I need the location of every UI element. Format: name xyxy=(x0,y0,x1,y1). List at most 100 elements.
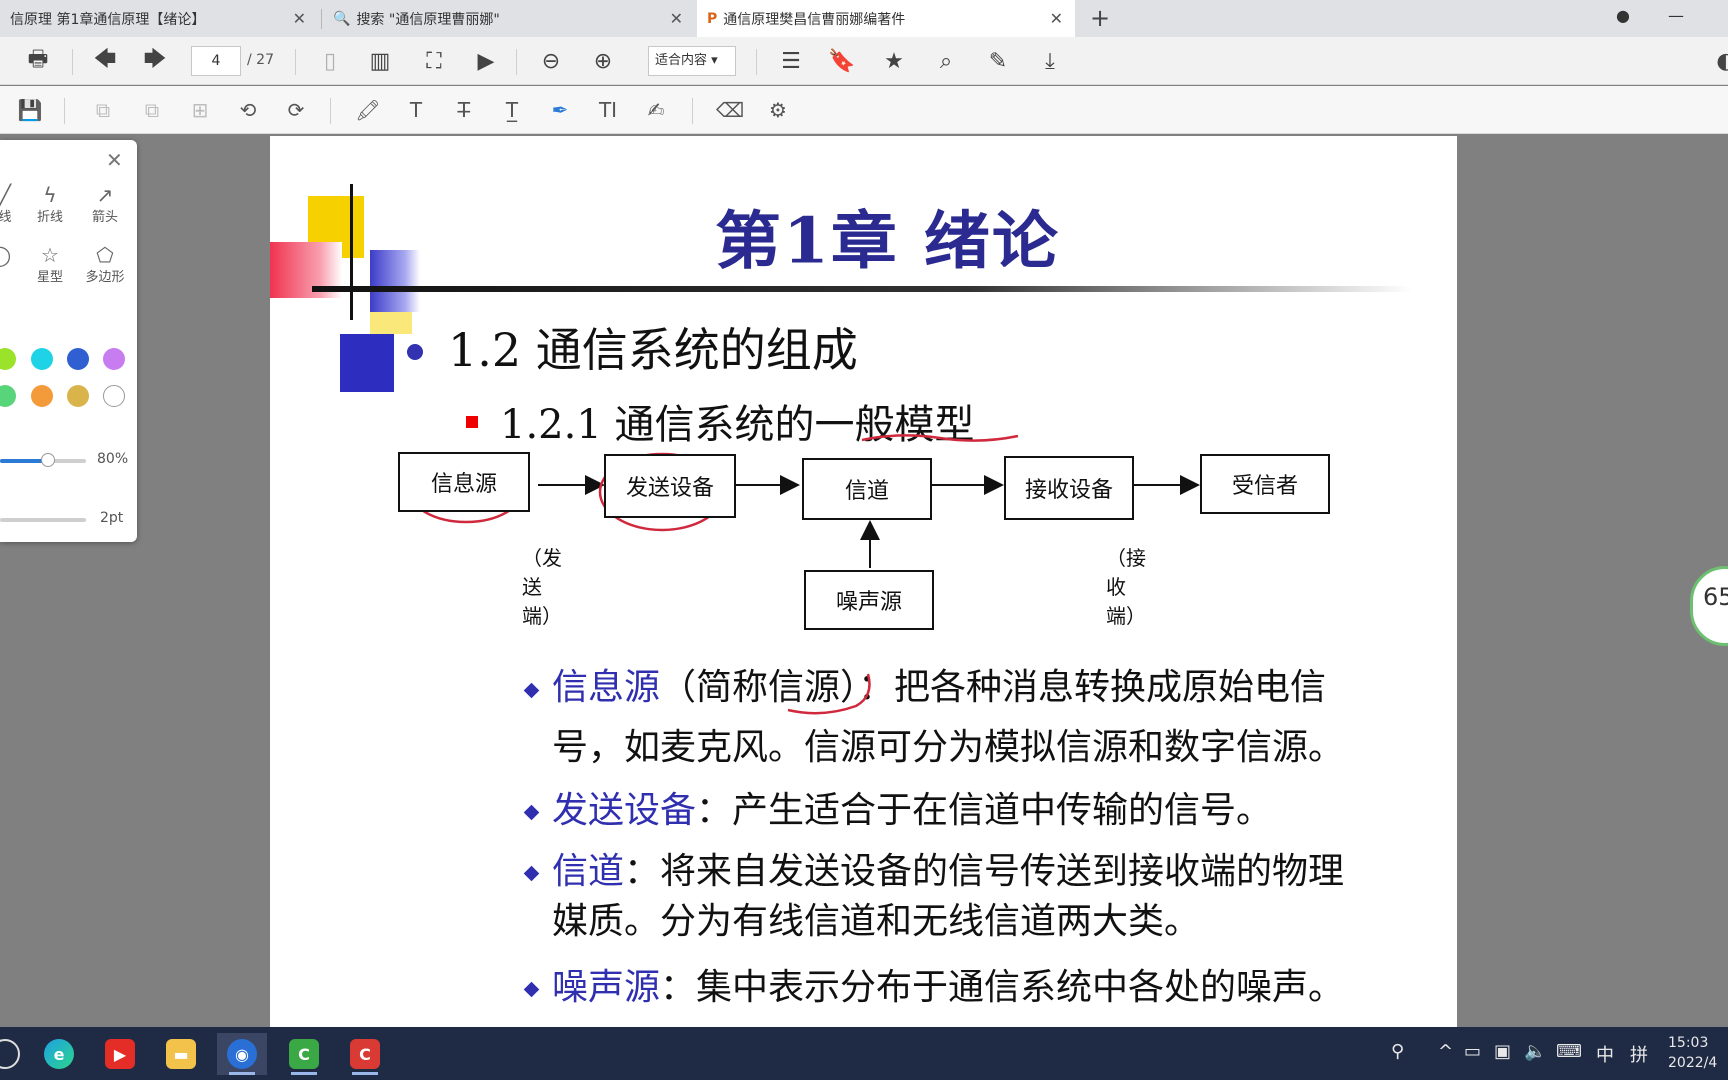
keyboard-icon[interactable]: ⌨ xyxy=(1556,1041,1582,1062)
strikethrough-icon[interactable]: T̶ xyxy=(450,96,478,124)
star-icon[interactable]: ★ xyxy=(880,47,908,75)
deco-blue-gradient xyxy=(370,250,420,312)
tab-pdf[interactable]: P 通信原理樊昌信曹丽娜编著件 ✕ xyxy=(697,0,1075,37)
network-icon[interactable]: ▣ xyxy=(1494,1041,1511,1062)
tab-lecture[interactable]: 信原理 第1章通信原理【绪论】 ✕ xyxy=(0,0,318,37)
ime-mode[interactable]: 拼 xyxy=(1630,1041,1648,1067)
taskbar-browser[interactable]: ◉ xyxy=(217,1033,267,1075)
presentation-icon[interactable]: ▶ xyxy=(472,47,500,75)
close-icon[interactable]: ✕ xyxy=(1050,9,1063,28)
color-swatch[interactable] xyxy=(0,348,16,370)
browser-tab-bar: 信原理 第1章通信原理【绪论】 ✕ 🔍 搜索 "通信原理曹丽娜" ✕ P 通信原… xyxy=(0,0,1728,37)
floating-speed-widget[interactable]: 65 xyxy=(1690,566,1728,646)
copy-icon[interactable]: ⧉ xyxy=(89,96,117,124)
section-bullet xyxy=(407,344,423,360)
tab-separator xyxy=(321,9,322,29)
taskbar-youtube[interactable]: ▶ xyxy=(95,1033,145,1075)
page-number-input[interactable]: 4 xyxy=(191,46,241,76)
outline-icon[interactable]: ☰ xyxy=(777,47,805,75)
taskbar-camtasia-green[interactable]: C xyxy=(279,1033,329,1075)
camtasia-green-icon: C xyxy=(289,1039,319,1069)
settings-gear-icon[interactable]: ⚙ xyxy=(764,96,792,124)
bullet-diamond xyxy=(523,865,540,882)
tool-polygon[interactable]: ⬠ 多边形 xyxy=(80,244,130,285)
widget-value: 65 xyxy=(1703,583,1728,611)
close-icon[interactable]: ✕ xyxy=(106,148,123,172)
tab-pdf-label: 通信原理樊昌信曹丽娜编著件 xyxy=(723,11,906,28)
browser-icon: ◉ xyxy=(227,1039,257,1069)
zoom-out-icon[interactable]: ⊖ xyxy=(537,47,565,75)
diagram-rx-end-label: （接收端） xyxy=(1106,546,1146,628)
highlight-icon[interactable]: 🖍 xyxy=(354,96,382,124)
minimize-icon[interactable]: — xyxy=(1668,6,1684,25)
taskbar-edge[interactable]: e xyxy=(34,1033,84,1075)
color-swatch[interactable] xyxy=(103,385,125,407)
rotate-right-icon[interactable]: ⟳ xyxy=(282,96,310,124)
text-box-icon[interactable]: TI xyxy=(594,96,622,124)
tool-circle[interactable]: ◯ xyxy=(0,244,25,266)
zoom-in-icon[interactable]: ⊕ xyxy=(589,47,617,75)
add-bookmark-icon[interactable]: 🔖 xyxy=(828,47,856,75)
color-swatch[interactable] xyxy=(31,348,53,370)
color-swatch[interactable] xyxy=(31,385,53,407)
single-page-icon[interactable]: ▯ xyxy=(316,47,344,75)
fit-page-icon[interactable]: ⛶ xyxy=(420,47,448,75)
print-icon[interactable]: 🖶 xyxy=(24,47,52,75)
volume-icon[interactable]: 🔈 xyxy=(1524,1041,1546,1062)
bullet-channel-line1: 信道：将来自发送设备的信号传送到接收端的物理 xyxy=(552,842,1344,894)
handwritten-underline xyxy=(861,434,1019,442)
ime-language[interactable]: 中 xyxy=(1596,1041,1614,1067)
search-icon[interactable]: ⌕ xyxy=(932,47,960,75)
people-icon[interactable]: ⚲ xyxy=(1391,1041,1404,1062)
underline-icon[interactable]: T̲ xyxy=(498,96,526,124)
pdf-annotation-toolbar: 💾 ⧉ ⧉ ⊞ ⟲ ⟳ 🖍 T T̶ T̲ ✒ TI ✍ ⌫ ⚙ xyxy=(0,86,1728,134)
search-icon xyxy=(0,1039,20,1069)
bullet-term: 信道 xyxy=(552,851,625,892)
youtube-icon: ▶ xyxy=(105,1039,135,1069)
duplicate-icon[interactable]: ⧉ xyxy=(138,96,166,124)
sign-icon[interactable]: ✎ xyxy=(984,47,1012,75)
pen-icon[interactable]: ✒ xyxy=(546,96,574,124)
zoom-select[interactable]: 适合内容 ▾ xyxy=(648,46,736,76)
color-swatch[interactable] xyxy=(67,385,89,407)
eraser-icon[interactable]: ⌫ xyxy=(716,96,744,124)
new-tab-icon[interactable]: + xyxy=(1090,4,1110,32)
text-icon[interactable]: T xyxy=(402,96,430,124)
chevron-up-icon[interactable]: ^ xyxy=(1438,1041,1453,1062)
color-swatch[interactable] xyxy=(103,348,125,370)
profile-menu-icon[interactable]: ● xyxy=(1616,6,1630,25)
two-page-icon[interactable]: ▥ xyxy=(366,47,394,75)
tool-polyline[interactable]: ϟ 折线 xyxy=(25,184,75,225)
taskbar-camtasia-red[interactable]: C xyxy=(340,1033,390,1075)
taskbar-explorer[interactable]: ▬ xyxy=(156,1033,206,1075)
download-icon[interactable]: ⤓ xyxy=(1036,47,1064,75)
clock-time: 15:03 xyxy=(1668,1035,1709,1051)
tab-search[interactable]: 🔍 搜索 "通信原理曹丽娜" ✕ xyxy=(323,0,695,37)
prev-page-icon[interactable]: 🡄 xyxy=(91,47,119,75)
rotate-left-icon[interactable]: ⟲ xyxy=(234,96,262,124)
bullet-source-line2: 号，如麦克风。信源可分为模拟信源和数字信源。 xyxy=(552,727,1345,768)
stroke-width-value: 2pt xyxy=(100,510,124,526)
bullet-diamond xyxy=(523,804,540,821)
active-indicator xyxy=(352,1072,378,1075)
next-page-icon[interactable]: 🡆 xyxy=(141,47,169,75)
color-swatch[interactable] xyxy=(0,385,16,407)
insert-page-icon[interactable]: ⊞ xyxy=(186,96,214,124)
stroke-width-slider[interactable] xyxy=(0,518,86,522)
polyline-icon: ϟ xyxy=(43,183,57,207)
close-icon[interactable]: ✕ xyxy=(293,9,306,28)
system-clock[interactable]: 15:03 2022/4 xyxy=(1668,1033,1717,1073)
handwritten-circle xyxy=(787,673,871,715)
color-swatch[interactable] xyxy=(67,348,89,370)
opacity-slider-handle[interactable] xyxy=(41,453,55,467)
note-icon[interactable]: ✍ xyxy=(642,96,670,124)
close-icon[interactable]: ✕ xyxy=(670,9,683,28)
diagram-tx-end-label: （发送端） xyxy=(522,546,562,628)
save-icon[interactable]: 💾 xyxy=(16,96,44,124)
taskbar-search[interactable] xyxy=(0,1033,30,1075)
account-icon[interactable]: ◐ xyxy=(1712,47,1728,75)
tool-arrow[interactable]: ↗ 箭头 xyxy=(80,184,130,225)
diagram-channel-box: 信道 xyxy=(802,458,932,520)
tool-star[interactable]: ☆ 星型 xyxy=(25,244,75,285)
battery-icon[interactable]: ▭ xyxy=(1464,1041,1481,1062)
